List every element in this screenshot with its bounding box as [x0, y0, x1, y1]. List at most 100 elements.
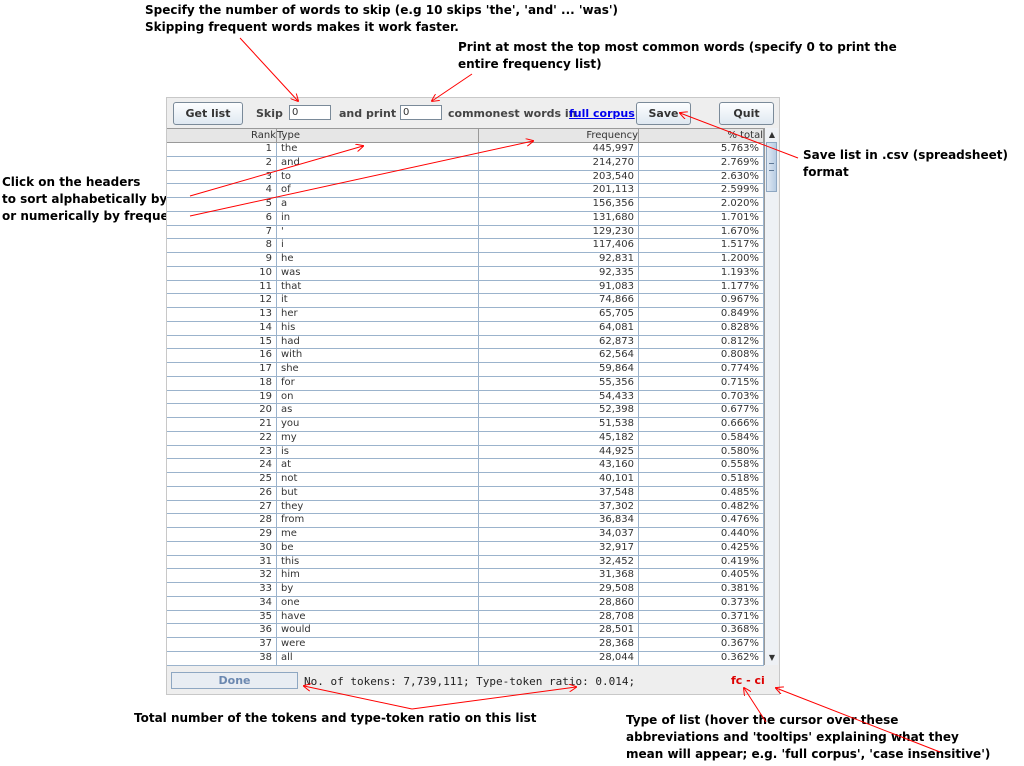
cell-rank: 3: [167, 170, 277, 184]
table-row[interactable]: 37 were 28,368 0.367%: [167, 638, 764, 652]
table-row[interactable]: 27 they 37,302 0.482%: [167, 500, 764, 515]
table-row[interactable]: 30 be 32,917 0.425%: [167, 541, 764, 556]
status-done: Done: [171, 672, 298, 689]
cell-frequency: 28,501: [479, 624, 639, 637]
table-row[interactable]: 16 with 62,564 0.808%: [167, 349, 764, 363]
cell-frequency: 37,302: [479, 500, 639, 514]
cell-percent: 0.677%: [639, 404, 764, 417]
table-row[interactable]: 25 not 40,101 0.518%: [167, 473, 764, 487]
cell-rank: 23: [167, 445, 277, 459]
table-row[interactable]: 4 of 201,113 2.599%: [167, 184, 764, 198]
print-count-input[interactable]: 0: [400, 105, 442, 120]
table-row[interactable]: 6 in 131,680 1.701%: [167, 211, 764, 226]
cell-frequency: 203,540: [479, 170, 639, 184]
cell-type: ': [277, 225, 479, 239]
scroll-thumb[interactable]: [766, 142, 777, 192]
cell-frequency: 37,548: [479, 486, 639, 500]
cell-frequency: 64,081: [479, 321, 639, 335]
table-row[interactable]: 35 have 28,708 0.371%: [167, 610, 764, 625]
cell-rank: 4: [167, 184, 277, 197]
table-row[interactable]: 10 was 92,335 1.193%: [167, 266, 764, 281]
cell-rank: 35: [167, 610, 277, 624]
table-row[interactable]: 5 a 156,356 2.020%: [167, 198, 764, 212]
full-corpus-link[interactable]: full corpus: [569, 107, 635, 120]
header-type[interactable]: Type: [277, 129, 479, 142]
cell-type: at: [277, 459, 479, 472]
cell-percent: 0.371%: [639, 610, 764, 624]
cell-percent: 1.200%: [639, 253, 764, 266]
cell-type: is: [277, 445, 479, 459]
cell-type: she: [277, 363, 479, 376]
table-row[interactable]: 12 it 74,866 0.967%: [167, 294, 764, 308]
annotation-print: Print at most the top most common words …: [458, 39, 897, 73]
table-row[interactable]: 15 had 62,873 0.812%: [167, 335, 764, 350]
table-row[interactable]: 1 the 445,997 5.763%: [167, 143, 764, 157]
table-row[interactable]: 33 by 29,508 0.381%: [167, 583, 764, 597]
table-row[interactable]: 36 would 28,501 0.368%: [167, 624, 764, 638]
scroll-down-arrow-icon[interactable]: ▼: [766, 652, 778, 664]
table-row[interactable]: 14 his 64,081 0.828%: [167, 321, 764, 336]
table-body: 1 the 445,997 5.763% 2 and 214,270 2.769% 3 to 203…: [167, 143, 764, 666]
table-row[interactable]: 34 one 28,860 0.373%: [167, 596, 764, 611]
table-row[interactable]: 32 him 31,368 0.405%: [167, 569, 764, 583]
table-row[interactable]: 8 i 117,406 1.517%: [167, 239, 764, 253]
table-row[interactable]: 7 ' 129,230 1.670%: [167, 225, 764, 240]
cell-type: by: [277, 583, 479, 596]
cell-percent: 0.849%: [639, 308, 764, 321]
annotation-tokens: Total number of the tokens and type-toke…: [134, 710, 537, 727]
cell-percent: 0.774%: [639, 363, 764, 376]
cell-type: to: [277, 170, 479, 184]
cell-percent: 0.703%: [639, 390, 764, 404]
table-row[interactable]: 24 at 43,160 0.558%: [167, 459, 764, 473]
table-row[interactable]: 19 on 54,433 0.703%: [167, 390, 764, 405]
table-row[interactable]: 13 her 65,705 0.849%: [167, 308, 764, 322]
table-row[interactable]: 29 me 34,037 0.440%: [167, 528, 764, 542]
table-row[interactable]: 2 and 214,270 2.769%: [167, 156, 764, 171]
cell-frequency: 74,866: [479, 294, 639, 307]
cell-percent: 0.367%: [639, 638, 764, 651]
cell-percent: 0.580%: [639, 445, 764, 459]
cell-type: he: [277, 253, 479, 266]
table-row[interactable]: 9 he 92,831 1.200%: [167, 253, 764, 267]
table-row[interactable]: 3 to 203,540 2.630%: [167, 170, 764, 185]
list-type-indicator[interactable]: fc - ci: [731, 674, 765, 687]
table-row[interactable]: 38 all 28,044 0.362%: [167, 651, 764, 666]
get-list-button[interactable]: Get list: [173, 102, 243, 125]
table-row[interactable]: 26 but 37,548 0.485%: [167, 486, 764, 501]
annotation-save: Save list in .csv (spreadsheet) format: [803, 147, 1008, 181]
table-row[interactable]: 21 you 51,538 0.666%: [167, 418, 764, 432]
cell-type: had: [277, 335, 479, 349]
table-row[interactable]: 11 that 91,083 1.177%: [167, 280, 764, 295]
cell-percent: 2.630%: [639, 170, 764, 184]
cell-percent: 0.419%: [639, 555, 764, 569]
table-row[interactable]: 22 my 45,182 0.584%: [167, 431, 764, 446]
table-row[interactable]: 28 from 36,834 0.476%: [167, 514, 764, 528]
header-rank[interactable]: Rank: [167, 129, 277, 142]
header-percent-total[interactable]: % total: [639, 129, 764, 142]
cell-rank: 37: [167, 638, 277, 651]
scroll-up-arrow-icon[interactable]: ▲: [766, 129, 778, 141]
header-frequency[interactable]: Frequency: [479, 129, 639, 142]
cell-rank: 33: [167, 583, 277, 596]
cell-percent: 0.558%: [639, 459, 764, 472]
cell-frequency: 445,997: [479, 143, 639, 156]
table-row[interactable]: 18 for 55,356 0.715%: [167, 376, 764, 391]
cell-rank: 29: [167, 528, 277, 541]
table-row[interactable]: 31 this 32,452 0.419%: [167, 555, 764, 570]
cell-percent: 1.517%: [639, 239, 764, 252]
quit-button[interactable]: Quit: [719, 102, 774, 125]
table-row[interactable]: 17 she 59,864 0.774%: [167, 363, 764, 377]
cell-type: that: [277, 280, 479, 294]
cell-rank: 22: [167, 431, 277, 445]
cell-frequency: 52,398: [479, 404, 639, 417]
save-button[interactable]: Save: [636, 102, 691, 125]
vertical-scrollbar[interactable]: ▲ ▼: [764, 128, 778, 665]
table-row[interactable]: 23 is 44,925 0.580%: [167, 445, 764, 460]
cell-type: of: [277, 184, 479, 197]
skip-input[interactable]: 0: [289, 105, 331, 120]
cell-rank: 6: [167, 211, 277, 225]
table-row[interactable]: 20 as 52,398 0.677%: [167, 404, 764, 418]
cell-rank: 32: [167, 569, 277, 582]
cell-rank: 8: [167, 239, 277, 252]
cell-frequency: 29,508: [479, 583, 639, 596]
